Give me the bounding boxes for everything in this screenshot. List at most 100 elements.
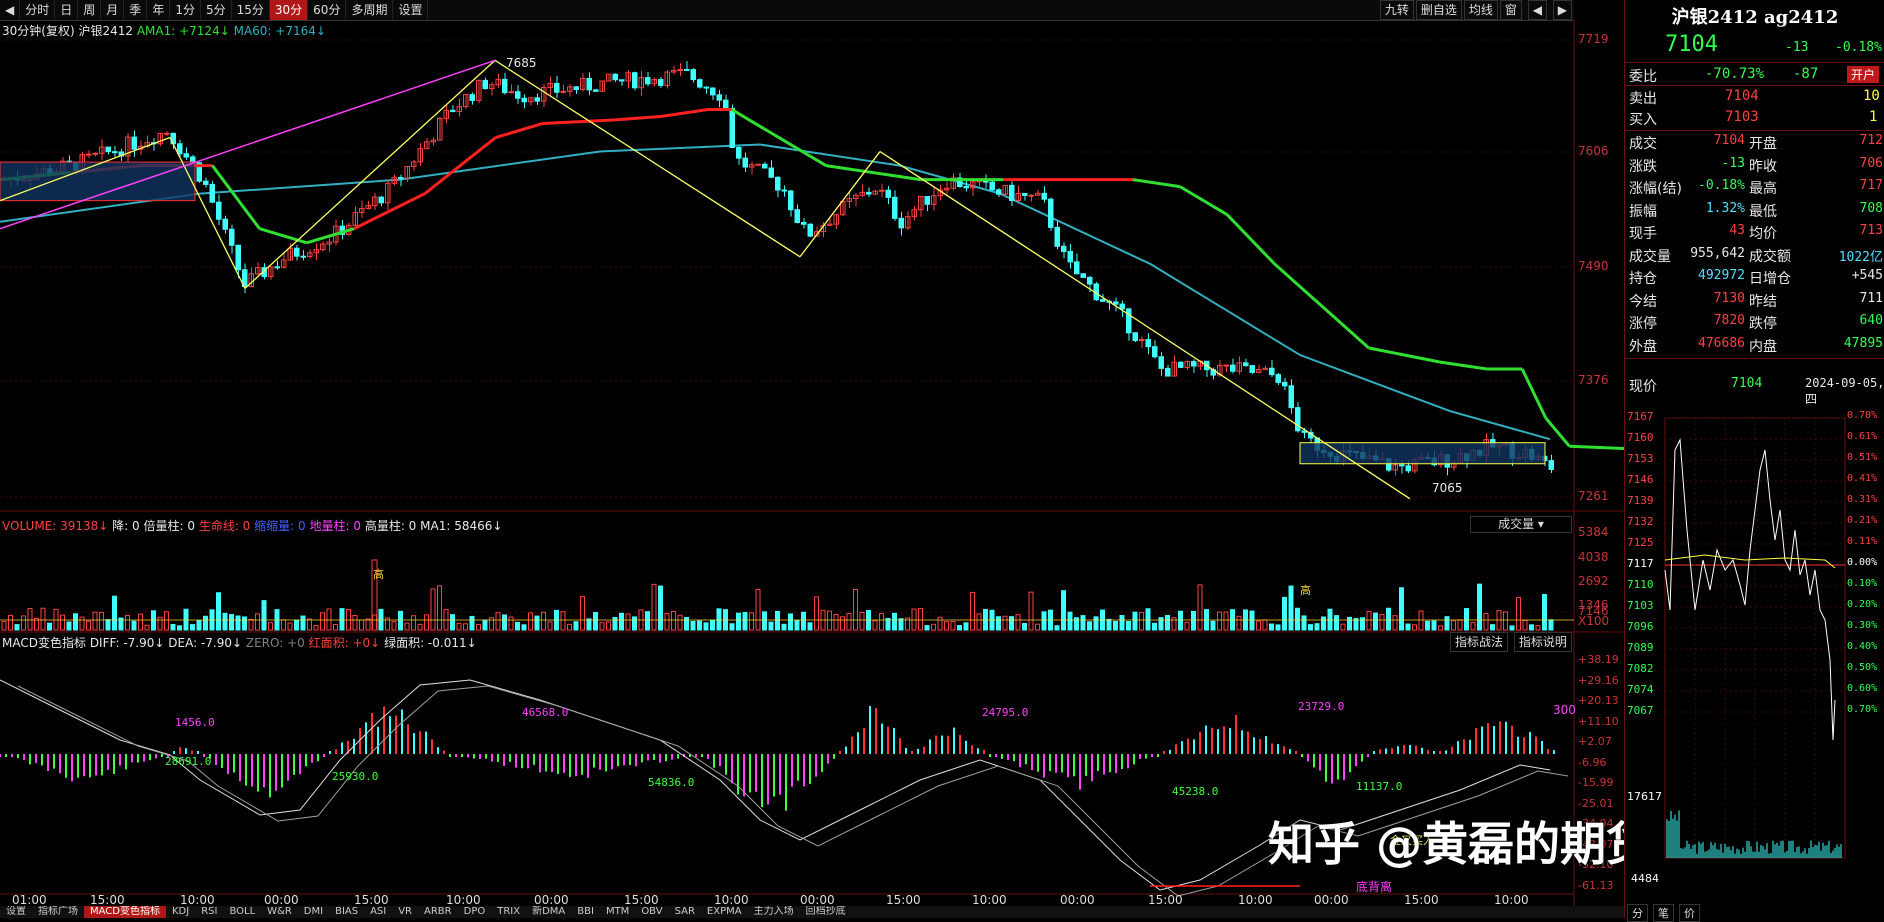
candle — [105, 146, 111, 153]
volume-bar — [853, 589, 858, 631]
time-axis-label: 00:00 — [264, 893, 299, 907]
indicator-tab-9[interactable]: ASI — [364, 906, 392, 918]
indicator-tab-14[interactable]: 新DMA — [526, 906, 571, 918]
volume-bar — [1483, 612, 1489, 631]
volume-bar — [1022, 623, 1027, 631]
indicator-tab-6[interactable]: W&R — [261, 906, 298, 918]
kline-chart[interactable] — [0, 20, 1624, 906]
intraday-chart[interactable] — [1625, 410, 1884, 918]
price-axis-label: 7261 — [1578, 489, 1609, 503]
volume-bar — [1067, 611, 1073, 631]
indicator-tab-3[interactable]: KDJ — [166, 906, 195, 918]
period-button-12[interactable]: 设置 — [393, 0, 429, 20]
volume-bar — [1262, 619, 1268, 631]
indicator-strategy-button[interactable]: 指标战法 — [1450, 632, 1509, 652]
volume-bar — [612, 616, 618, 631]
quote-row: 今结 7130 昨结 711 — [1625, 289, 1884, 311]
volume-bar — [937, 616, 943, 631]
intraday-tab-0[interactable]: 分 — [1627, 904, 1648, 922]
intraday-left-axis-label: 7167 — [1627, 410, 1654, 423]
period-button-6[interactable]: 1分 — [170, 0, 201, 20]
price-axis-label: 7606 — [1578, 144, 1609, 158]
candle — [755, 163, 761, 166]
candle — [658, 79, 664, 86]
time-axis-label: 15:00 — [1404, 893, 1439, 907]
period-button-2[interactable]: 周 — [78, 0, 102, 20]
candle — [632, 72, 638, 89]
indicator-tab-8[interactable]: BIAS — [329, 906, 364, 918]
toolbar-tool-0[interactable]: 九转 — [1379, 0, 1414, 20]
macd-pos-area-label: 23729.0 — [1298, 700, 1345, 713]
indicator-tab-13[interactable]: TRIX — [491, 906, 526, 918]
period-button-1[interactable]: 日 — [55, 0, 79, 20]
period-button-10[interactable]: 60分 — [308, 0, 347, 20]
indicator-tab-11[interactable]: ARBR — [418, 906, 458, 918]
indicator-tab-21[interactable]: 回档抄底 — [800, 906, 852, 918]
intraday-tab-1[interactable]: 笔 — [1653, 904, 1674, 922]
indicator-tab-4[interactable]: RSI — [195, 906, 223, 918]
ama-segment — [495, 122, 544, 139]
nav-right-arrow-icon[interactable]: ▶ — [1552, 0, 1572, 20]
volume-bar — [1405, 623, 1411, 631]
indicator-tab-19[interactable]: EXPMA — [701, 906, 748, 918]
indicator-tab-0[interactable]: 设置 — [0, 906, 32, 918]
toolbar-tool-1[interactable]: 删自选 — [1415, 0, 1462, 20]
volume-bar — [502, 614, 507, 631]
quote-value: 955,642 — [1690, 245, 1745, 261]
period-button-3[interactable]: 月 — [101, 0, 125, 20]
indicator-tab-15[interactable]: BBI — [571, 906, 600, 918]
intraday-right-axis-label: 0.50% — [1847, 662, 1878, 673]
indicator-tab-12[interactable]: DPO — [458, 906, 492, 918]
indicator-tab-1[interactable]: 指标广场 — [32, 906, 84, 918]
time-axis-label: 10:00 — [180, 893, 215, 907]
volume-bar — [521, 624, 527, 631]
toolbar-tool-2[interactable]: 均线 — [1463, 0, 1498, 20]
volume-bar — [788, 613, 793, 631]
open-account-button[interactable]: 开户 — [1847, 66, 1880, 83]
intraday-right-axis-label: 0.40% — [1847, 641, 1878, 652]
candle — [1126, 308, 1132, 334]
candle — [573, 86, 579, 90]
volume-bar — [66, 621, 72, 631]
volume-bar — [658, 585, 663, 631]
period-button-7[interactable]: 5分 — [201, 0, 232, 20]
volume-bar — [586, 618, 592, 631]
candle — [482, 79, 488, 90]
candle — [1028, 194, 1034, 197]
indicator-tab-20[interactable]: 主力入场 — [748, 906, 800, 918]
candle — [1165, 367, 1171, 377]
period-button-5[interactable]: 年 — [147, 0, 171, 20]
period-button-4[interactable]: 季 — [124, 0, 148, 20]
indicator-tab-18[interactable]: SAR — [669, 906, 701, 918]
volume-indicator-select[interactable]: 成交量 ▾ — [1470, 516, 1572, 533]
vol-item-gaoliang: 高量柱: 0 — [364, 519, 417, 533]
indicator-tab-2[interactable]: MACD变色指标 — [84, 906, 166, 918]
volume-bar — [1106, 618, 1112, 631]
indicator-help-button[interactable]: 指标说明 — [1513, 632, 1572, 652]
volume-bar — [437, 585, 442, 631]
period-button-0[interactable]: 分时 — [20, 0, 56, 20]
period-button-8[interactable]: 15分 — [232, 0, 270, 20]
indicator-tab-17[interactable]: OBV — [635, 906, 668, 918]
period-button-9[interactable]: 30分 — [269, 0, 309, 20]
candle — [1249, 365, 1255, 373]
volume-bar — [287, 622, 293, 631]
time-axis-label: 00:00 — [800, 893, 835, 907]
indicator-tab-10[interactable]: VR — [392, 906, 418, 918]
candle — [1067, 250, 1073, 263]
indicator-tab-5[interactable]: BOLL — [223, 906, 261, 918]
period-button-11[interactable]: 多周期 — [346, 0, 394, 20]
back-arrow-icon[interactable]: ◀ — [0, 0, 21, 20]
macd-neg-area-label: 45238.0 — [1172, 785, 1219, 798]
macd-green-area: 绿面积: -0.011↓ — [384, 636, 477, 650]
toolbar-tool-3[interactable]: 窗 — [1499, 0, 1522, 20]
indicator-tab-7[interactable]: DMI — [298, 906, 329, 918]
indicator-tab-16[interactable]: MTM — [600, 906, 635, 918]
intraday-tab-2[interactable]: 价 — [1679, 904, 1700, 922]
quote-row: 现手 43 均价 713 — [1625, 221, 1884, 243]
volume-bar — [372, 614, 377, 631]
time-axis-label: 10:00 — [972, 893, 1007, 907]
nav-left-arrow-icon[interactable]: ◀ — [1527, 0, 1547, 20]
volume-bar — [1457, 619, 1463, 631]
candle — [1178, 361, 1184, 368]
